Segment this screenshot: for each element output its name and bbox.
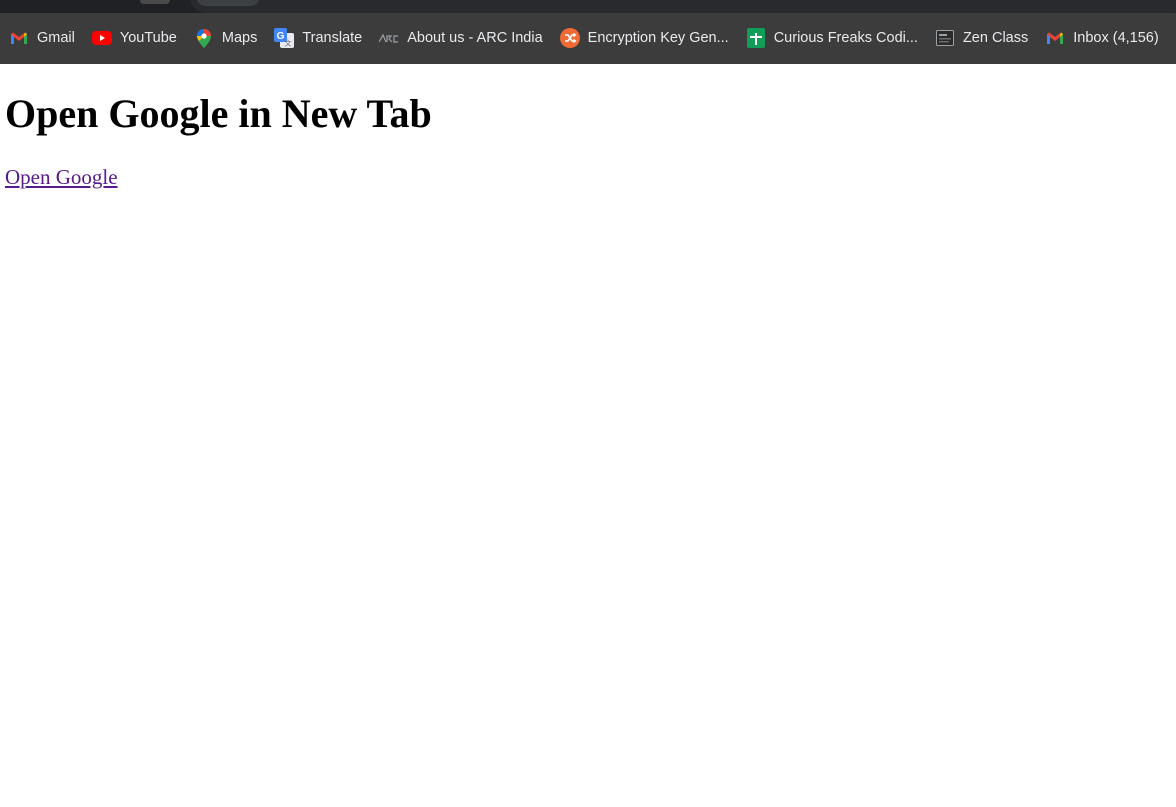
youtube-icon bbox=[91, 28, 112, 48]
bookmark-label: Maps bbox=[221, 30, 258, 46]
bookmark-inbox[interactable]: Inbox (4,156) bbox=[1036, 24, 1166, 52]
arc-logo-icon bbox=[379, 28, 399, 48]
page-content: Open Google in New Tab Open Google bbox=[0, 64, 1176, 807]
browser-chrome: Gmail YouTube Maps G 文 Translate About u… bbox=[0, 0, 1176, 64]
site-info-chip[interactable] bbox=[196, 0, 260, 6]
page-title: Open Google in New Tab bbox=[5, 91, 432, 136]
bookmarks-bar: Gmail YouTube Maps G 文 Translate About u… bbox=[0, 24, 1167, 52]
bookmark-label: YouTube bbox=[119, 30, 177, 46]
bookmark-encryption-key-generator[interactable]: Encryption Key Gen... bbox=[551, 24, 737, 52]
bookmark-arc-india[interactable]: About us - ARC India bbox=[370, 24, 550, 52]
svg-text:文: 文 bbox=[285, 39, 292, 48]
bookmark-label: Translate bbox=[302, 30, 363, 46]
maps-icon bbox=[194, 28, 214, 48]
translate-icon: G 文 bbox=[274, 28, 295, 48]
bookmark-label: Curious Freaks Codi... bbox=[773, 30, 918, 46]
bookmark-label: Zen Class bbox=[962, 30, 1029, 46]
bookmark-label: About us - ARC India bbox=[407, 30, 543, 46]
tab-strip-fragment bbox=[140, 0, 170, 4]
bookmark-label: Gmail bbox=[37, 30, 75, 46]
shuffle-icon bbox=[559, 28, 580, 48]
bookmark-youtube[interactable]: YouTube bbox=[83, 24, 185, 52]
open-google-link[interactable]: Open Google bbox=[5, 164, 118, 190]
sheets-icon bbox=[746, 28, 766, 48]
bookmark-label: Encryption Key Gen... bbox=[587, 30, 729, 46]
zen-class-icon bbox=[935, 28, 955, 48]
gmail-icon bbox=[9, 28, 29, 48]
bookmark-translate[interactable]: G 文 Translate bbox=[265, 24, 370, 52]
bookmark-zen-class[interactable]: Zen Class bbox=[926, 24, 1036, 52]
bookmark-maps[interactable]: Maps bbox=[185, 24, 265, 52]
bookmark-gmail[interactable]: Gmail bbox=[0, 24, 83, 52]
bookmark-label: Inbox (4,156) bbox=[1073, 30, 1159, 46]
svg-text:G: G bbox=[277, 31, 285, 42]
bookmark-curious-freaks[interactable]: Curious Freaks Codi... bbox=[737, 24, 926, 52]
gmail-icon bbox=[1045, 28, 1065, 48]
address-bar[interactable] bbox=[190, 0, 1176, 13]
